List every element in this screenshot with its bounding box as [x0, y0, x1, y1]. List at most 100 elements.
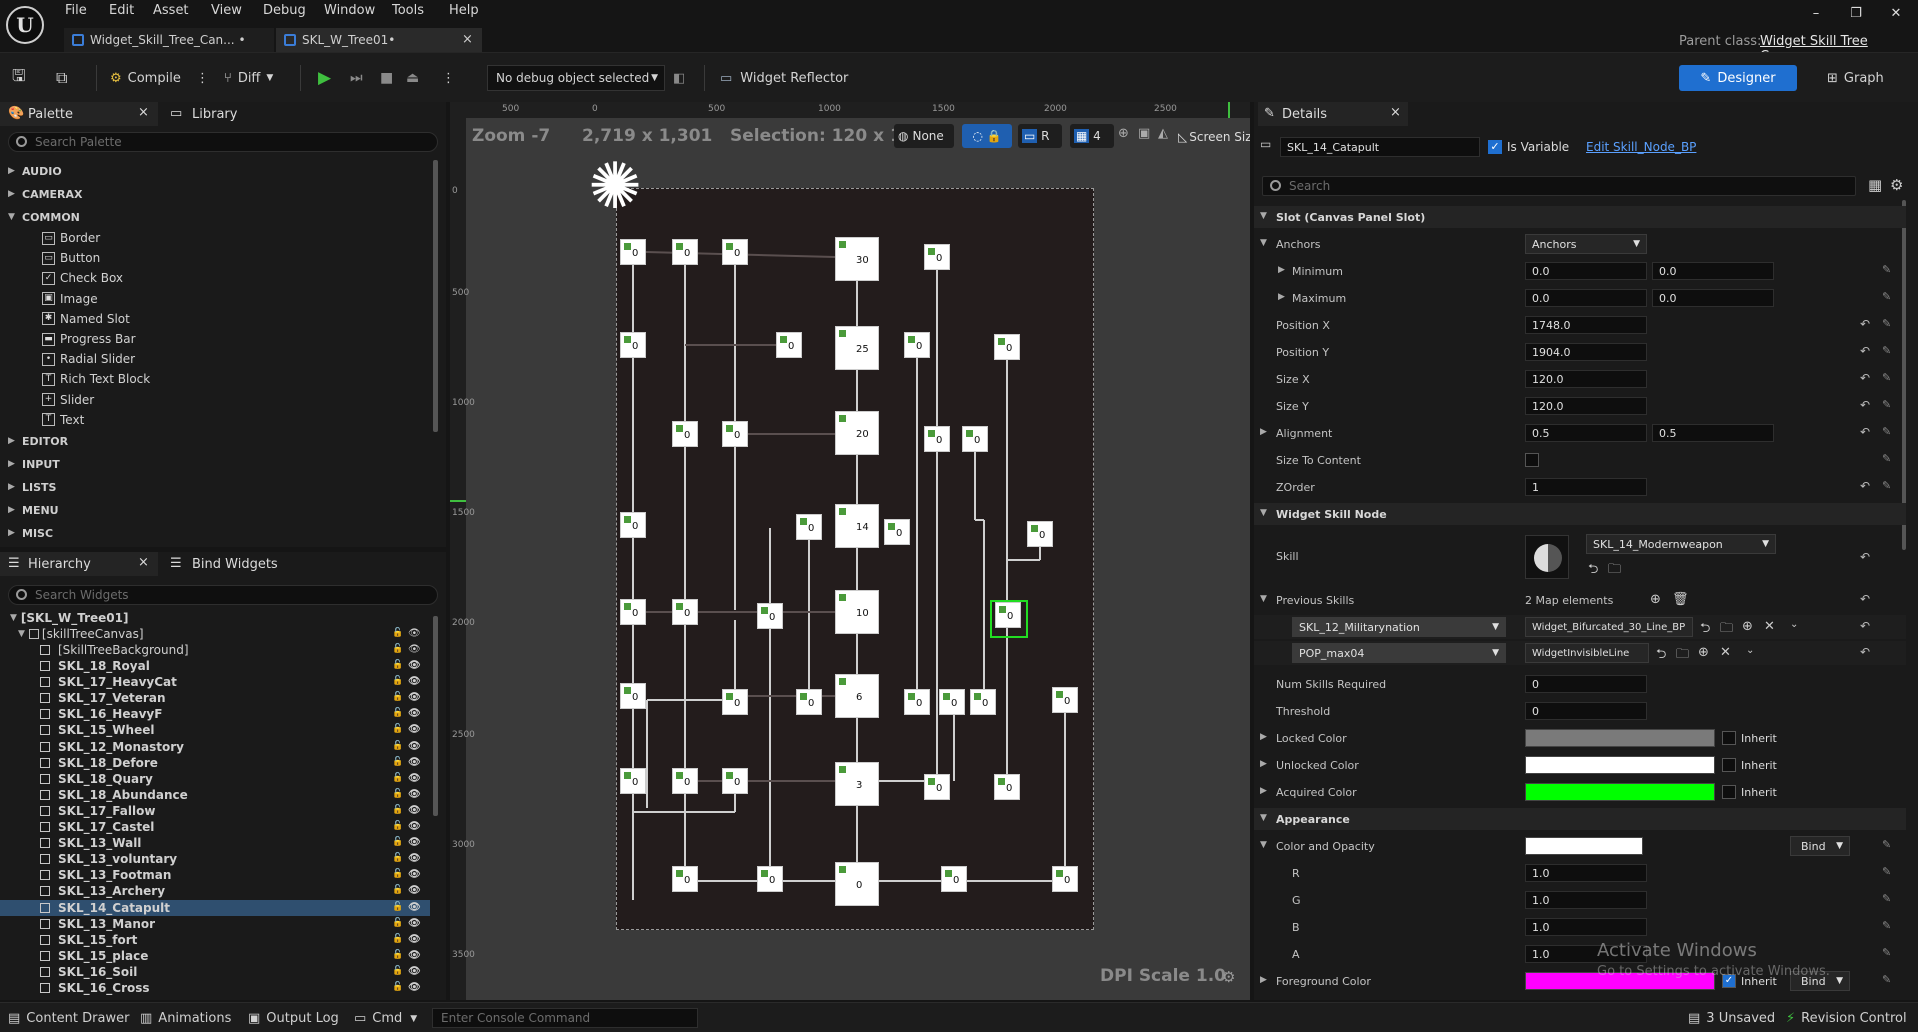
details-search-input[interactable]: Search [1262, 176, 1856, 196]
edit-pen-icon[interactable]: ✎ [1882, 371, 1891, 384]
skill-node[interactable]: 0 [620, 332, 646, 358]
skill-node[interactable]: 0 [796, 689, 822, 715]
num-skills-required-input[interactable]: 0 [1525, 675, 1647, 693]
reset-icon[interactable]: ↶ [1860, 645, 1870, 659]
section-appearance[interactable]: ▼ Appearance [1254, 808, 1906, 830]
close-tab-icon[interactable]: × [1390, 105, 1401, 120]
skill-node[interactable]: 0 [924, 774, 950, 800]
use-selected-icon[interactable]: ⮌ [1700, 619, 1710, 641]
animations-button[interactable]: ▥ Animations [140, 1011, 231, 1026]
edit-pen-icon[interactable]: ✎ [1882, 398, 1891, 411]
g-input[interactable]: 1.0 [1525, 891, 1647, 909]
minimum-y-input[interactable]: 0.0 [1652, 262, 1774, 280]
skill-node[interactable]: 0 [722, 768, 748, 794]
skill-node[interactable]: 0 [672, 421, 698, 447]
edit-pen-icon[interactable]: ✎ [1882, 290, 1891, 303]
edit-pen-icon[interactable]: ✎ [1882, 838, 1891, 851]
threshold-input[interactable]: 0 [1525, 702, 1647, 720]
skill-node[interactable]: 0 [672, 866, 698, 892]
property-matrix-icon[interactable]: ▦ [1868, 176, 1882, 194]
skill-node[interactable]: 0 [722, 239, 748, 265]
skill-node[interactable]: 14 [835, 504, 879, 548]
is-variable-checkbox[interactable]: ✓ [1488, 140, 1502, 154]
reset-icon[interactable]: ↶ [1860, 317, 1870, 331]
browse-folder-icon[interactable]: 🗀 [1676, 645, 1689, 667]
skill-node[interactable]: 0 [994, 774, 1020, 800]
skill-node[interactable]: 0 [835, 862, 879, 906]
console-command-input[interactable]: Enter Console Command [432, 1008, 698, 1028]
zorder-input[interactable]: 1 [1525, 478, 1647, 496]
browse-folder-icon[interactable]: 🗀 [1720, 619, 1733, 641]
skill-node[interactable]: 0 [904, 689, 930, 715]
skill-node[interactable]: 0 [796, 514, 822, 540]
use-selected-icon[interactable]: ⮌ [1588, 560, 1598, 582]
minimum-x-input[interactable]: 0.0 [1525, 262, 1647, 280]
graph-button[interactable]: ⊞ Graph [1827, 65, 1884, 91]
prev-skill-value-dropdown[interactable]: Widget_Bifurcated_30_Line_BP [1525, 617, 1693, 637]
chevron-down-icon[interactable]: ⌄ [1746, 645, 1754, 656]
bind-dropdown[interactable]: Bind ▼ [1790, 836, 1850, 856]
skill-node[interactable]: 0 [1052, 687, 1078, 713]
skill-node[interactable]: 0 [962, 426, 988, 452]
edit-pen-icon[interactable]: ✎ [1882, 946, 1891, 959]
settings-icon[interactable]: ⚙ [1890, 176, 1903, 194]
skill-node[interactable]: 30 [835, 237, 879, 281]
skill-node[interactable]: 0 [941, 866, 967, 892]
edit-pen-icon[interactable]: ✎ [1882, 425, 1891, 438]
skill-node[interactable]: 0 [722, 689, 748, 715]
skill-node[interactable]: 0 [757, 866, 783, 892]
reset-icon[interactable]: ↶ [1860, 425, 1870, 439]
reset-icon[interactable]: ↶ [1860, 371, 1870, 385]
add-icon[interactable]: ⊕ [1698, 645, 1709, 660]
skill-node[interactable]: 0 [757, 603, 783, 629]
position-y-input[interactable]: 1904.0 [1525, 343, 1647, 361]
skill-node[interactable]: 0 [1027, 521, 1053, 547]
output-log-button[interactable]: ▣ Output Log [248, 1011, 339, 1026]
close-window-button[interactable]: ✕ [1886, 6, 1906, 22]
prev-skill-key-dropdown[interactable]: POP_max04 ▼ [1292, 643, 1506, 663]
reset-icon[interactable]: ↶ [1860, 344, 1870, 358]
add-icon[interactable]: ⊕ [1742, 619, 1753, 634]
anchors-dropdown[interactable]: Anchors ▼ [1525, 234, 1647, 254]
skill-node[interactable]: 0 [994, 334, 1020, 360]
skill-asset-dropdown[interactable]: SKL_14_Modernweapon ▼ [1586, 534, 1776, 554]
skill-node[interactable]: 0 [776, 332, 802, 358]
skill-node[interactable]: 0 [672, 599, 698, 625]
widget-name-input[interactable]: SKL_14_Catapult [1280, 137, 1480, 157]
edit-pen-icon[interactable]: ✎ [1882, 919, 1891, 932]
b-input[interactable]: 1.0 [1525, 918, 1647, 936]
prev-skill-value-dropdown[interactable]: WidgetInvisibleLine [1525, 643, 1649, 663]
edit-pen-icon[interactable]: ✎ [1882, 973, 1891, 986]
skill-node[interactable]: 10 [835, 590, 879, 634]
edit-pen-icon[interactable]: ✎ [1882, 865, 1891, 878]
restore-button[interactable]: ❐ [1846, 6, 1866, 22]
chevron-down-icon[interactable]: ⌄ [1790, 619, 1798, 630]
delete-icon[interactable]: 🗑 [1672, 592, 1689, 607]
size-y-input[interactable]: 120.0 [1525, 397, 1647, 415]
edit-pen-icon[interactable]: ✎ [1882, 344, 1891, 357]
skill-node[interactable]: 3 [835, 762, 879, 806]
skill-node[interactable]: 0 [620, 512, 646, 538]
edit-skill-node-link[interactable]: Edit Skill_Node_BP [1586, 140, 1696, 154]
unlocked-color-swatch[interactable] [1525, 756, 1715, 774]
skill-node[interactable]: 0 [884, 519, 910, 545]
acquired-color-swatch[interactable] [1525, 783, 1715, 801]
unlocked-inherit-checkbox[interactable] [1722, 758, 1736, 772]
skill-node[interactable]: 0 [904, 332, 930, 358]
skill-node[interactable]: 0 [1052, 866, 1078, 892]
browse-folder-icon[interactable]: 🗀 [1608, 560, 1621, 582]
skill-node[interactable]: 0 [620, 768, 646, 794]
locked-color-swatch[interactable] [1525, 729, 1715, 747]
edit-pen-icon[interactable]: ✎ [1882, 892, 1891, 905]
skill-node[interactable]: 0 [970, 689, 996, 715]
reset-icon[interactable]: ↶ [1860, 550, 1870, 564]
skill-node[interactable]: 0 [620, 599, 646, 625]
unsaved-button[interactable]: ▤ 3 Unsaved [1688, 1011, 1775, 1026]
prev-skill-key-dropdown[interactable]: SKL_12_Militarynation ▼ [1292, 617, 1506, 637]
clear-icon[interactable]: ✕ [1764, 619, 1775, 634]
edit-pen-icon[interactable]: ✎ [1882, 263, 1891, 276]
edit-pen-icon[interactable]: ✎ [1882, 317, 1891, 330]
minimize-button[interactable]: – [1806, 6, 1826, 22]
size-to-content-checkbox[interactable] [1525, 453, 1539, 467]
section-widget-skill-node[interactable]: ▼ Widget Skill Node [1254, 503, 1906, 525]
